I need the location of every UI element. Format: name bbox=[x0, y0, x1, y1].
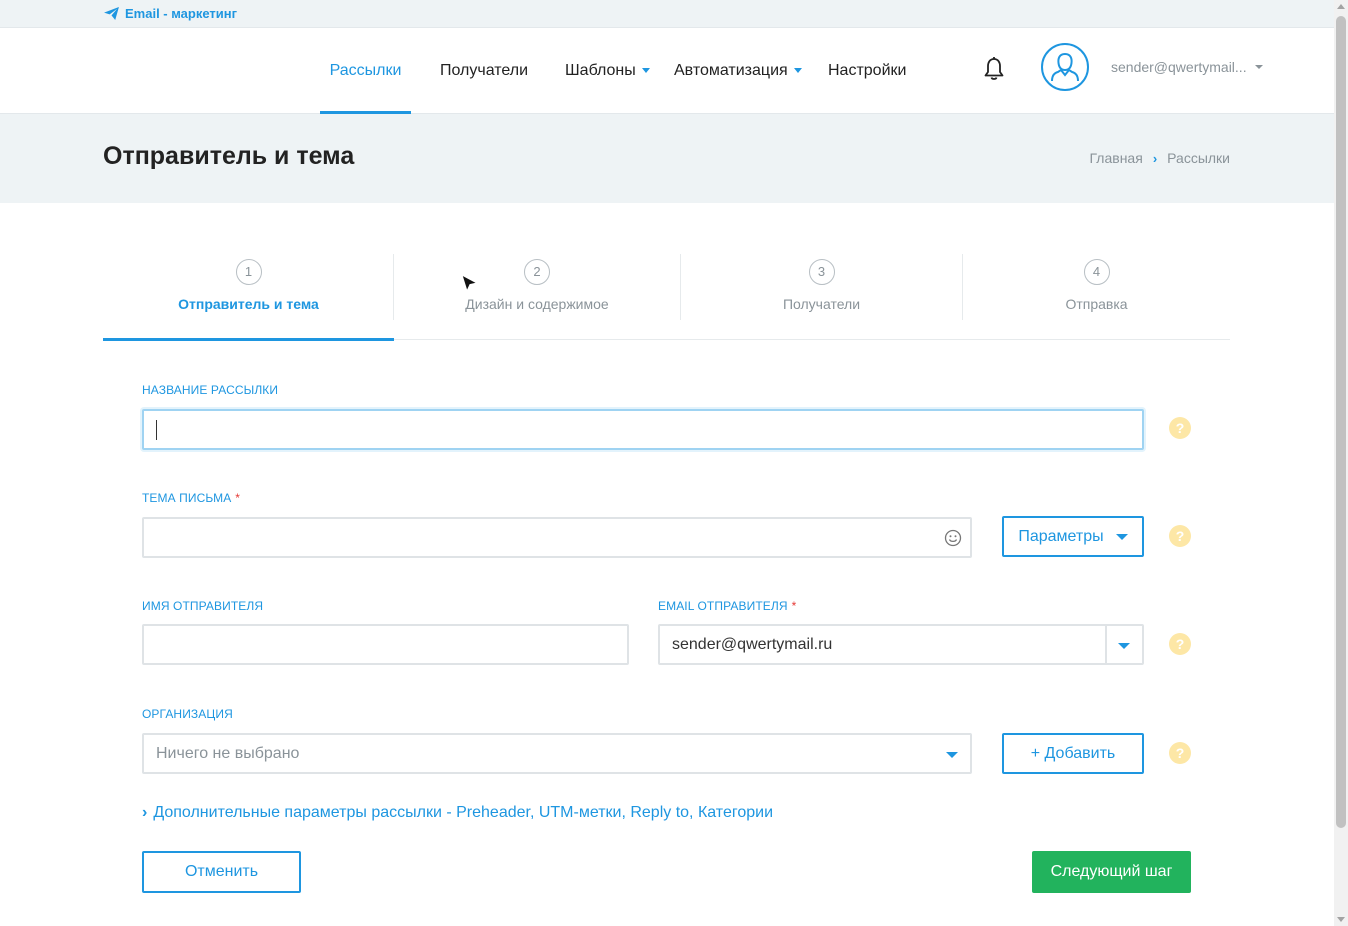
label-text: EMAIL ОТПРАВИТЕЛЯ bbox=[658, 599, 788, 613]
breadcrumb-home[interactable]: Главная bbox=[1090, 150, 1143, 166]
mouse-cursor-icon bbox=[461, 274, 479, 293]
campaign-name-input[interactable] bbox=[142, 409, 1144, 450]
organization-select[interactable]: Ничего не выбрано bbox=[142, 733, 972, 774]
user-icon bbox=[1051, 52, 1079, 82]
extra-params-toggle[interactable]: › Дополнительные параметры рассылки - Pr… bbox=[142, 804, 773, 822]
step-number: 2 bbox=[524, 259, 550, 285]
nav-item-recipients[interactable]: Получатели bbox=[440, 28, 528, 113]
step-number: 3 bbox=[808, 259, 835, 285]
button-label: Параметры bbox=[1018, 527, 1104, 545]
step-number: 4 bbox=[1083, 259, 1110, 285]
chevron-down-icon bbox=[1115, 533, 1128, 540]
sender-name-input[interactable] bbox=[142, 624, 629, 665]
chevron-right-icon: › bbox=[1152, 150, 1158, 166]
help-icon[interactable]: ? bbox=[1169, 417, 1191, 439]
label-text: ИМЯ ОТПРАВИТЕЛЯ bbox=[142, 599, 264, 613]
sender-email-select[interactable]: sender@qwertymail.ru bbox=[658, 624, 1144, 665]
chevron-down-icon bbox=[946, 752, 958, 758]
nav-item-templates[interactable]: Шаблоны bbox=[565, 28, 650, 113]
organization-label: ОРГАНИЗАЦИЯ bbox=[142, 707, 233, 721]
user-email-label: sender@qwertymail... bbox=[1111, 59, 1247, 75]
emoji-icon[interactable] bbox=[944, 529, 962, 547]
step-label: Получатели bbox=[782, 296, 861, 312]
breadcrumb-current: Рассылки bbox=[1167, 150, 1230, 166]
add-organization-button[interactable]: + Добавить bbox=[1002, 733, 1144, 774]
step-label: Дизайн и содержимое bbox=[465, 296, 609, 312]
scroll-down-arrow-icon[interactable] bbox=[1337, 917, 1345, 922]
required-marker: * bbox=[791, 599, 797, 613]
nav-label: Настройки bbox=[828, 61, 907, 79]
chevron-right-icon: › bbox=[142, 804, 148, 821]
subject-params-button[interactable]: Параметры bbox=[1002, 516, 1144, 557]
nav-item-campaigns[interactable]: Рассылки bbox=[320, 28, 411, 114]
user-menu[interactable]: sender@qwertymail... bbox=[1111, 59, 1263, 75]
step-sending[interactable]: 4 Отправка bbox=[963, 254, 1230, 339]
extra-params-label: Дополнительные параметры рассылки - Preh… bbox=[153, 804, 774, 821]
button-label: Следующий шаг bbox=[1050, 863, 1173, 880]
step-sender-subject[interactable]: 1 Отправитель и тема bbox=[103, 254, 394, 341]
scroll-thumb[interactable] bbox=[1336, 16, 1346, 828]
nav-label: Получатели bbox=[440, 61, 529, 79]
step-label: Отправитель и тема bbox=[178, 296, 319, 312]
active-step-indicator bbox=[103, 338, 394, 341]
nav-label: Автоматизация bbox=[674, 61, 788, 79]
help-icon[interactable]: ? bbox=[1169, 742, 1191, 764]
help-icon[interactable]: ? bbox=[1169, 525, 1191, 547]
required-marker: * bbox=[235, 491, 241, 505]
scrollbar[interactable] bbox=[1334, 0, 1348, 926]
chevron-down-icon bbox=[1254, 65, 1263, 69]
subject-label: ТЕМА ПИСЬМА * bbox=[142, 491, 240, 505]
nav-item-settings[interactable]: Настройки bbox=[828, 28, 906, 113]
label-text: НАЗВАНИЕ РАССЫЛКИ bbox=[142, 383, 279, 397]
nav-item-automation[interactable]: Автоматизация bbox=[674, 28, 802, 113]
campaign-name-label: НАЗВАНИЕ РАССЫЛКИ bbox=[142, 383, 278, 397]
step-number: 1 bbox=[235, 259, 262, 285]
brand-label: Email - маркетинг bbox=[125, 6, 238, 21]
chevron-down-icon bbox=[793, 68, 802, 73]
cancel-button[interactable]: Отменить bbox=[142, 851, 301, 893]
text-cursor bbox=[156, 419, 157, 440]
subject-input[interactable] bbox=[142, 517, 972, 558]
next-step-button[interactable]: Следующий шаг bbox=[1032, 851, 1191, 893]
paper-plane-icon bbox=[104, 7, 119, 20]
page-title: Отправитель и тема bbox=[103, 142, 355, 170]
scroll-up-arrow-icon[interactable] bbox=[1337, 4, 1345, 9]
bell-icon[interactable] bbox=[983, 56, 1005, 82]
nav-label: Рассылки bbox=[329, 61, 402, 79]
button-label: Отменить bbox=[184, 863, 259, 880]
chevron-down-icon bbox=[641, 68, 650, 73]
step-label: Отправка bbox=[1065, 296, 1128, 312]
main-navbar: Рассылки Получатели Шаблоны Автоматизаци… bbox=[0, 28, 1334, 114]
nav-label: Шаблоны bbox=[565, 61, 636, 79]
sender-name-label: ИМЯ ОТПРАВИТЕЛЯ bbox=[142, 599, 263, 613]
avatar[interactable] bbox=[1041, 43, 1089, 91]
page-header: Отправитель и тема Главная › Рассылки bbox=[0, 114, 1334, 203]
step-recipients[interactable]: 3 Получатели bbox=[681, 254, 962, 339]
step-design-content[interactable]: 2 Дизайн и содержимое bbox=[394, 254, 680, 339]
select-placeholder: Ничего не выбрано bbox=[156, 744, 300, 762]
sender-email-label: EMAIL ОТПРАВИТЕЛЯ * bbox=[658, 599, 796, 613]
chevron-down-icon[interactable] bbox=[1118, 643, 1130, 649]
label-text: ОРГАНИЗАЦИЯ bbox=[142, 707, 233, 721]
label-text: ТЕМА ПИСЬМА bbox=[142, 491, 232, 505]
brand-link[interactable]: Email - маркетинг bbox=[104, 6, 237, 21]
top-strip: Email - маркетинг bbox=[0, 0, 1334, 28]
help-icon[interactable]: ? bbox=[1169, 633, 1191, 655]
select-divider bbox=[1105, 626, 1107, 663]
breadcrumb: Главная › Рассылки bbox=[1090, 150, 1230, 166]
select-value: sender@qwertymail.ru bbox=[672, 635, 833, 653]
button-label: + Добавить bbox=[1030, 744, 1116, 762]
wizard-steps: 1 Отправитель и тема 2 Дизайн и содержим… bbox=[103, 254, 1230, 341]
